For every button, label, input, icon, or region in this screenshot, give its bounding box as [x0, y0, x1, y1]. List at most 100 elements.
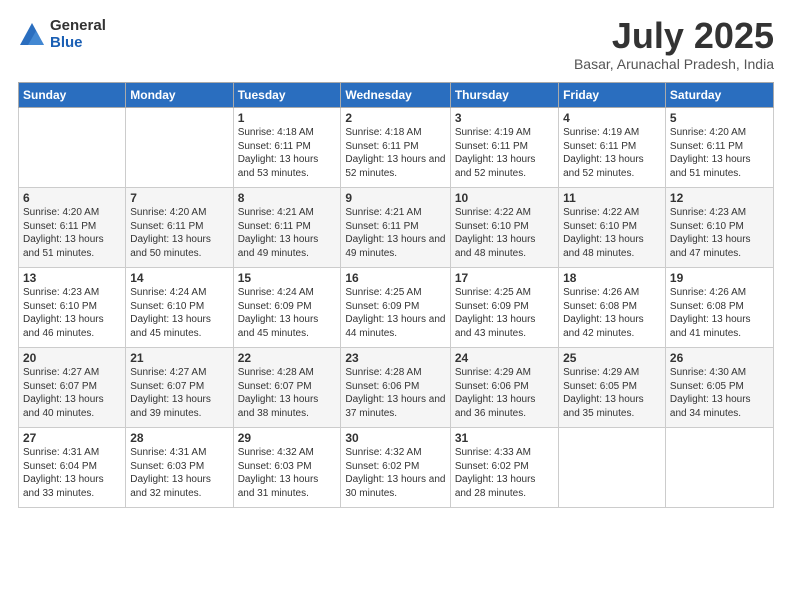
day-info: Sunrise: 4:32 AM Sunset: 6:03 PM Dayligh…	[238, 446, 337, 500]
day-number: 14	[130, 271, 228, 285]
day-number: 25	[563, 351, 661, 365]
day-info: Sunrise: 4:20 AM Sunset: 6:11 PM Dayligh…	[130, 206, 228, 260]
header-tuesday: Tuesday	[233, 83, 341, 108]
day-number: 28	[130, 431, 228, 445]
day-number: 7	[130, 191, 228, 205]
calendar-cell: 6Sunrise: 4:20 AM Sunset: 6:11 PM Daylig…	[19, 188, 126, 268]
day-number: 15	[238, 271, 337, 285]
day-number: 10	[455, 191, 554, 205]
calendar-cell: 7Sunrise: 4:20 AM Sunset: 6:11 PM Daylig…	[126, 188, 233, 268]
title-section: July 2025 Basar, Arunachal Pradesh, Indi…	[574, 18, 774, 72]
calendar-table: Sunday Monday Tuesday Wednesday Thursday…	[18, 82, 774, 508]
day-number: 12	[670, 191, 769, 205]
week-row-2: 6Sunrise: 4:20 AM Sunset: 6:11 PM Daylig…	[19, 188, 774, 268]
day-number: 5	[670, 111, 769, 125]
day-info: Sunrise: 4:21 AM Sunset: 6:11 PM Dayligh…	[345, 206, 445, 260]
calendar-cell: 22Sunrise: 4:28 AM Sunset: 6:07 PM Dayli…	[233, 348, 341, 428]
calendar-cell: 2Sunrise: 4:18 AM Sunset: 6:11 PM Daylig…	[341, 108, 450, 188]
day-info: Sunrise: 4:29 AM Sunset: 6:06 PM Dayligh…	[455, 366, 554, 420]
calendar-cell: 9Sunrise: 4:21 AM Sunset: 6:11 PM Daylig…	[341, 188, 450, 268]
calendar-cell: 14Sunrise: 4:24 AM Sunset: 6:10 PM Dayli…	[126, 268, 233, 348]
day-info: Sunrise: 4:31 AM Sunset: 6:04 PM Dayligh…	[23, 446, 121, 500]
day-info: Sunrise: 4:18 AM Sunset: 6:11 PM Dayligh…	[238, 126, 337, 180]
calendar-cell: 19Sunrise: 4:26 AM Sunset: 6:08 PM Dayli…	[665, 268, 773, 348]
calendar-cell: 10Sunrise: 4:22 AM Sunset: 6:10 PM Dayli…	[450, 188, 558, 268]
day-number: 13	[23, 271, 121, 285]
week-row-1: 1Sunrise: 4:18 AM Sunset: 6:11 PM Daylig…	[19, 108, 774, 188]
calendar-cell: 25Sunrise: 4:29 AM Sunset: 6:05 PM Dayli…	[559, 348, 666, 428]
calendar-cell: 21Sunrise: 4:27 AM Sunset: 6:07 PM Dayli…	[126, 348, 233, 428]
calendar-cell	[665, 428, 773, 508]
day-number: 18	[563, 271, 661, 285]
day-info: Sunrise: 4:22 AM Sunset: 6:10 PM Dayligh…	[455, 206, 554, 260]
day-info: Sunrise: 4:29 AM Sunset: 6:05 PM Dayligh…	[563, 366, 661, 420]
day-info: Sunrise: 4:27 AM Sunset: 6:07 PM Dayligh…	[130, 366, 228, 420]
header-saturday: Saturday	[665, 83, 773, 108]
day-info: Sunrise: 4:28 AM Sunset: 6:07 PM Dayligh…	[238, 366, 337, 420]
day-number: 1	[238, 111, 337, 125]
day-info: Sunrise: 4:25 AM Sunset: 6:09 PM Dayligh…	[345, 286, 445, 340]
day-info: Sunrise: 4:19 AM Sunset: 6:11 PM Dayligh…	[563, 126, 661, 180]
logo: General Blue	[18, 18, 106, 51]
calendar-cell	[559, 428, 666, 508]
day-number: 2	[345, 111, 445, 125]
month-title: July 2025	[574, 18, 774, 54]
calendar-cell: 23Sunrise: 4:28 AM Sunset: 6:06 PM Dayli…	[341, 348, 450, 428]
day-info: Sunrise: 4:20 AM Sunset: 6:11 PM Dayligh…	[23, 206, 121, 260]
day-number: 19	[670, 271, 769, 285]
calendar-cell: 20Sunrise: 4:27 AM Sunset: 6:07 PM Dayli…	[19, 348, 126, 428]
calendar-cell: 13Sunrise: 4:23 AM Sunset: 6:10 PM Dayli…	[19, 268, 126, 348]
day-info: Sunrise: 4:20 AM Sunset: 6:11 PM Dayligh…	[670, 126, 769, 180]
header-thursday: Thursday	[450, 83, 558, 108]
calendar-cell: 8Sunrise: 4:21 AM Sunset: 6:11 PM Daylig…	[233, 188, 341, 268]
header-monday: Monday	[126, 83, 233, 108]
logo-text: General Blue	[50, 18, 106, 51]
calendar-cell: 5Sunrise: 4:20 AM Sunset: 6:11 PM Daylig…	[665, 108, 773, 188]
day-info: Sunrise: 4:26 AM Sunset: 6:08 PM Dayligh…	[670, 286, 769, 340]
calendar-header-row: Sunday Monday Tuesday Wednesday Thursday…	[19, 83, 774, 108]
day-info: Sunrise: 4:23 AM Sunset: 6:10 PM Dayligh…	[23, 286, 121, 340]
day-info: Sunrise: 4:24 AM Sunset: 6:10 PM Dayligh…	[130, 286, 228, 340]
calendar-cell: 27Sunrise: 4:31 AM Sunset: 6:04 PM Dayli…	[19, 428, 126, 508]
day-info: Sunrise: 4:25 AM Sunset: 6:09 PM Dayligh…	[455, 286, 554, 340]
calendar-cell: 28Sunrise: 4:31 AM Sunset: 6:03 PM Dayli…	[126, 428, 233, 508]
calendar-cell: 18Sunrise: 4:26 AM Sunset: 6:08 PM Dayli…	[559, 268, 666, 348]
day-info: Sunrise: 4:19 AM Sunset: 6:11 PM Dayligh…	[455, 126, 554, 180]
day-info: Sunrise: 4:22 AM Sunset: 6:10 PM Dayligh…	[563, 206, 661, 260]
day-info: Sunrise: 4:18 AM Sunset: 6:11 PM Dayligh…	[345, 126, 445, 180]
day-number: 22	[238, 351, 337, 365]
logo-icon	[18, 21, 46, 49]
day-number: 30	[345, 431, 445, 445]
week-row-3: 13Sunrise: 4:23 AM Sunset: 6:10 PM Dayli…	[19, 268, 774, 348]
day-info: Sunrise: 4:21 AM Sunset: 6:11 PM Dayligh…	[238, 206, 337, 260]
calendar-cell: 12Sunrise: 4:23 AM Sunset: 6:10 PM Dayli…	[665, 188, 773, 268]
calendar-cell: 31Sunrise: 4:33 AM Sunset: 6:02 PM Dayli…	[450, 428, 558, 508]
day-number: 27	[23, 431, 121, 445]
location: Basar, Arunachal Pradesh, India	[574, 56, 774, 72]
calendar-cell: 24Sunrise: 4:29 AM Sunset: 6:06 PM Dayli…	[450, 348, 558, 428]
calendar-cell: 26Sunrise: 4:30 AM Sunset: 6:05 PM Dayli…	[665, 348, 773, 428]
day-number: 23	[345, 351, 445, 365]
day-number: 31	[455, 431, 554, 445]
calendar-cell	[19, 108, 126, 188]
day-info: Sunrise: 4:27 AM Sunset: 6:07 PM Dayligh…	[23, 366, 121, 420]
header-friday: Friday	[559, 83, 666, 108]
week-row-5: 27Sunrise: 4:31 AM Sunset: 6:04 PM Dayli…	[19, 428, 774, 508]
day-number: 29	[238, 431, 337, 445]
calendar-cell: 3Sunrise: 4:19 AM Sunset: 6:11 PM Daylig…	[450, 108, 558, 188]
day-info: Sunrise: 4:24 AM Sunset: 6:09 PM Dayligh…	[238, 286, 337, 340]
day-info: Sunrise: 4:30 AM Sunset: 6:05 PM Dayligh…	[670, 366, 769, 420]
calendar-cell: 16Sunrise: 4:25 AM Sunset: 6:09 PM Dayli…	[341, 268, 450, 348]
day-number: 20	[23, 351, 121, 365]
day-info: Sunrise: 4:23 AM Sunset: 6:10 PM Dayligh…	[670, 206, 769, 260]
day-info: Sunrise: 4:33 AM Sunset: 6:02 PM Dayligh…	[455, 446, 554, 500]
day-number: 16	[345, 271, 445, 285]
day-info: Sunrise: 4:26 AM Sunset: 6:08 PM Dayligh…	[563, 286, 661, 340]
calendar-cell: 30Sunrise: 4:32 AM Sunset: 6:02 PM Dayli…	[341, 428, 450, 508]
calendar-cell: 29Sunrise: 4:32 AM Sunset: 6:03 PM Dayli…	[233, 428, 341, 508]
day-info: Sunrise: 4:31 AM Sunset: 6:03 PM Dayligh…	[130, 446, 228, 500]
day-number: 21	[130, 351, 228, 365]
calendar-cell: 1Sunrise: 4:18 AM Sunset: 6:11 PM Daylig…	[233, 108, 341, 188]
calendar-cell: 15Sunrise: 4:24 AM Sunset: 6:09 PM Dayli…	[233, 268, 341, 348]
day-number: 8	[238, 191, 337, 205]
